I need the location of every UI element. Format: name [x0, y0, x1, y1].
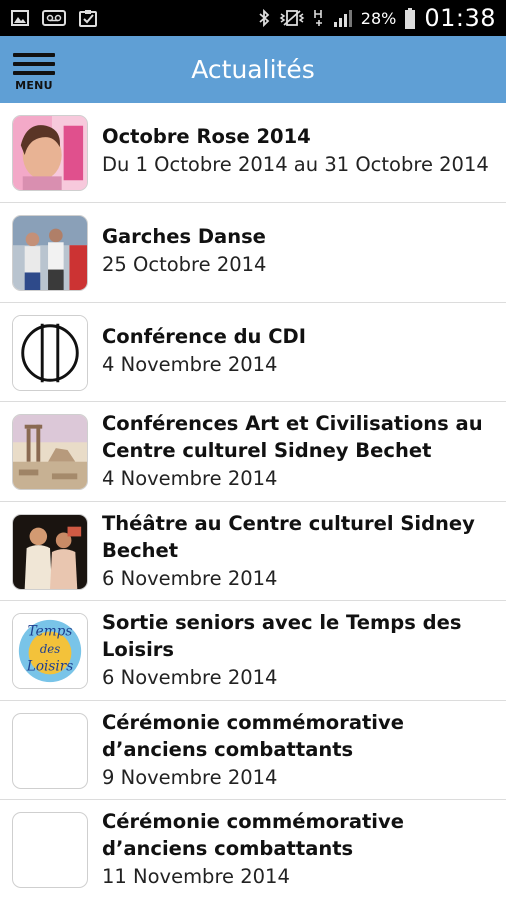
news-title: Garches Danse [102, 225, 266, 248]
system-icons: 28% 01:38 [257, 4, 496, 32]
theatre-photo-thumbnail [12, 514, 88, 590]
cell-signal-icon [333, 8, 353, 28]
news-item[interactable]: Temps des Loisirs Sortie seniors avec le… [0, 601, 506, 701]
pink-portrait-thumbnail [12, 115, 88, 191]
news-title: Octobre Rose 2014 [102, 125, 311, 148]
news-date: 25 Octobre 2014 [102, 253, 267, 276]
blank-thumbnail [12, 812, 88, 888]
news-item[interactable]: Cérémonie commémorative d’anciens combat… [0, 701, 506, 800]
menu-label: MENU [15, 79, 53, 92]
image-icon [10, 8, 30, 28]
cdi-logo-thumbnail [12, 315, 88, 391]
clipboard-check-icon [78, 8, 98, 28]
news-item[interactable]: Octobre Rose 2014 Du 1 Octobre 2014 au 3… [0, 103, 506, 203]
svg-text:Loisirs: Loisirs [26, 658, 73, 674]
hamburger-icon-bar [13, 71, 55, 75]
bluetooth-icon [257, 8, 271, 28]
notification-icons [10, 8, 98, 28]
news-date: 9 Novembre 2014 [102, 766, 278, 789]
news-item[interactable]: Conférences Art et Civilisations au Cent… [0, 402, 506, 502]
news-title: Sortie seniors avec le Temps des Loisirs [102, 611, 462, 661]
news-list: Octobre Rose 2014 Du 1 Octobre 2014 au 3… [0, 103, 506, 900]
news-date: 11 Novembre 2014 [102, 865, 290, 888]
news-item[interactable]: Cérémonie commémorative d’anciens combat… [0, 800, 506, 900]
news-date: 6 Novembre 2014 [102, 567, 278, 590]
ruins-painting-thumbnail [12, 414, 88, 490]
news-item[interactable]: Conférence du CDI 4 Novembre 2014 [0, 303, 506, 402]
news-date: Du 1 Octobre 2014 au 31 Octobre 2014 [102, 153, 489, 176]
news-title: Théâtre au Centre culturel Sidney Bechet [102, 512, 475, 562]
battery-percent: 28% [360, 8, 397, 28]
news-item[interactable]: Théâtre au Centre culturel Sidney Bechet… [0, 502, 506, 601]
status-bar: 28% 01:38 [0, 0, 506, 36]
news-title: Cérémonie commémorative d’anciens combat… [102, 711, 404, 761]
hamburger-icon-bar [13, 53, 55, 57]
news-title: Conférences Art et Civilisations au Cent… [102, 412, 483, 462]
svg-text:des: des [40, 642, 60, 656]
page-title: Actualités [191, 55, 315, 84]
news-item[interactable]: Garches Danse 25 Octobre 2014 [0, 203, 506, 303]
news-date: 6 Novembre 2014 [102, 666, 278, 689]
action-bar: MENU Actualités [0, 36, 506, 103]
svg-text:Temps: Temps [28, 623, 73, 639]
voicemail-icon [42, 8, 66, 28]
blank-thumbnail [12, 713, 88, 789]
dancers-photo-thumbnail [12, 215, 88, 291]
hplus-signal-icon [313, 8, 325, 28]
hamburger-icon-bar [13, 62, 55, 66]
vibrate-icon [279, 8, 305, 28]
news-date: 4 Novembre 2014 [102, 353, 278, 376]
news-title: Conférence du CDI [102, 325, 306, 348]
news-title: Cérémonie commémorative d’anciens combat… [102, 810, 404, 860]
clock: 01:38 [424, 4, 496, 32]
menu-button[interactable]: MENU [10, 46, 58, 94]
battery-icon [404, 8, 416, 29]
news-date: 4 Novembre 2014 [102, 467, 278, 490]
temps-des-loisirs-logo-thumbnail: Temps des Loisirs [12, 613, 88, 689]
